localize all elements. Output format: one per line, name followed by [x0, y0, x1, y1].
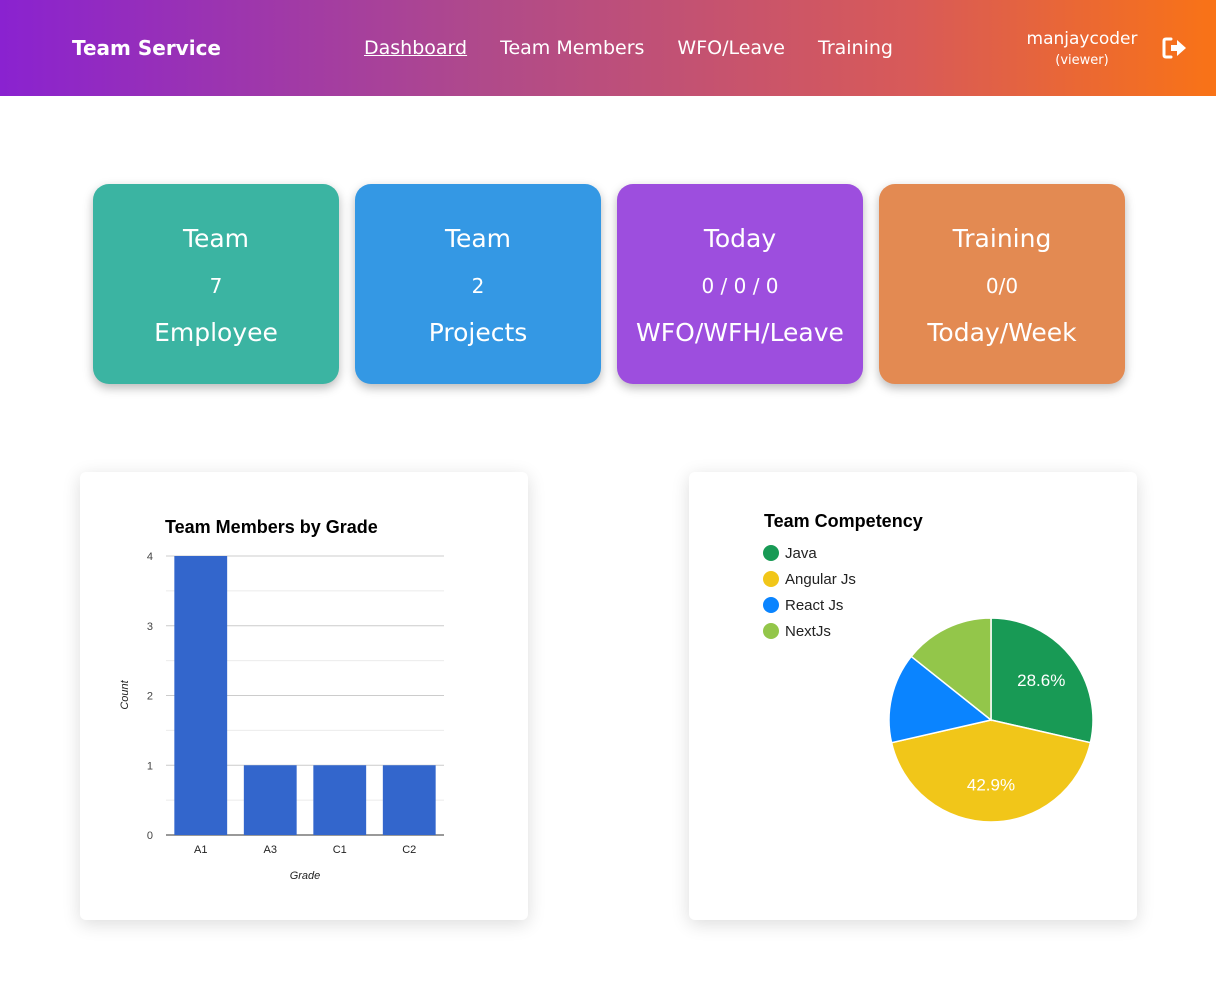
bar-c2: [382, 765, 436, 835]
competency-pie-chart: Team Competency Java Angular Js React Js Ne…: [763, 511, 1094, 823]
y-tick-label: 0: [147, 830, 153, 842]
x-tick-label: C1: [333, 844, 347, 856]
nav-link-training[interactable]: Training: [818, 37, 893, 59]
y-tick-label: 3: [147, 621, 153, 633]
legend-label: Angular Js: [785, 571, 856, 588]
card-subtitle: Employee: [154, 318, 278, 347]
chart-title: Team Competency: [764, 511, 923, 531]
bar-a3: [243, 765, 297, 835]
x-axis-label: Grade: [290, 870, 321, 882]
card-value: 0 / 0 / 0: [701, 274, 779, 298]
card-title: Team: [444, 224, 512, 253]
card-title: Training: [952, 224, 1052, 253]
card-title: Team: [182, 224, 250, 253]
brand-title[interactable]: Team Service: [72, 36, 221, 60]
logout-button[interactable]: [1162, 37, 1188, 59]
card-title: Today: [703, 224, 777, 253]
legend-swatch: [763, 571, 779, 587]
bar-a1: [174, 556, 228, 835]
card-subtitle: Today/Week: [927, 318, 1077, 347]
competency-chart-panel: Team Competency Java Angular Js React Js Ne…: [689, 472, 1137, 920]
user-role: (viewer): [1055, 53, 1109, 68]
user-info: manjaycoder (viewer): [1024, 29, 1140, 68]
nav-link-wfo-leave[interactable]: WFO/Leave: [677, 37, 785, 59]
card-value: 0/0: [985, 274, 1019, 298]
nav-links: Dashboard Team Members WFO/Leave Trainin…: [364, 37, 926, 59]
nav-link-team-members[interactable]: Team Members: [500, 37, 644, 59]
slice-percent-label: 42.9%: [967, 775, 1015, 794]
legend-label: Java: [785, 545, 817, 562]
legend-swatch: [763, 545, 779, 561]
legend-swatch: [763, 597, 779, 613]
slice-percent-label: 28.6%: [1017, 671, 1065, 690]
stat-card-today-attendance[interactable]: Today 0 / 0 / 0 WFO/WFH/Leave: [617, 184, 863, 384]
x-tick-label: A3: [264, 844, 277, 856]
legend-swatch: [763, 623, 779, 639]
card-value: 2: [471, 274, 485, 298]
y-tick-label: 2: [147, 691, 153, 703]
legend-label: NextJs: [785, 623, 831, 640]
logout-icon: [1162, 37, 1186, 59]
card-subtitle: Projects: [428, 318, 528, 347]
x-tick-label: A1: [194, 844, 207, 856]
bar-c1: [313, 765, 367, 835]
y-tick-label: 4: [147, 551, 153, 563]
y-axis-label: Count: [119, 679, 131, 709]
stat-card-training[interactable]: Training 0/0 Today/Week: [879, 184, 1125, 384]
navbar: Team Service Dashboard Team Members WFO/…: [0, 0, 1216, 96]
card-subtitle: WFO/WFH/Leave: [636, 318, 844, 347]
legend-label: React Js: [785, 597, 843, 614]
grade-chart-panel: Team Members by Grade Count Grade 01234 …: [80, 472, 528, 920]
user-name: manjaycoder: [1026, 29, 1138, 49]
stat-card-team-employee[interactable]: Team 7 Employee: [93, 184, 339, 384]
x-tick-label: C2: [402, 844, 416, 856]
card-value: 7: [209, 274, 223, 298]
nav-link-dashboard[interactable]: Dashboard: [364, 37, 467, 59]
grade-bar-chart: Team Members by Grade Count Grade 01234 …: [119, 517, 444, 882]
y-tick-label: 1: [147, 760, 153, 772]
chart-title: Team Members by Grade: [165, 517, 378, 537]
stat-card-team-projects[interactable]: Team 2 Projects: [355, 184, 601, 384]
